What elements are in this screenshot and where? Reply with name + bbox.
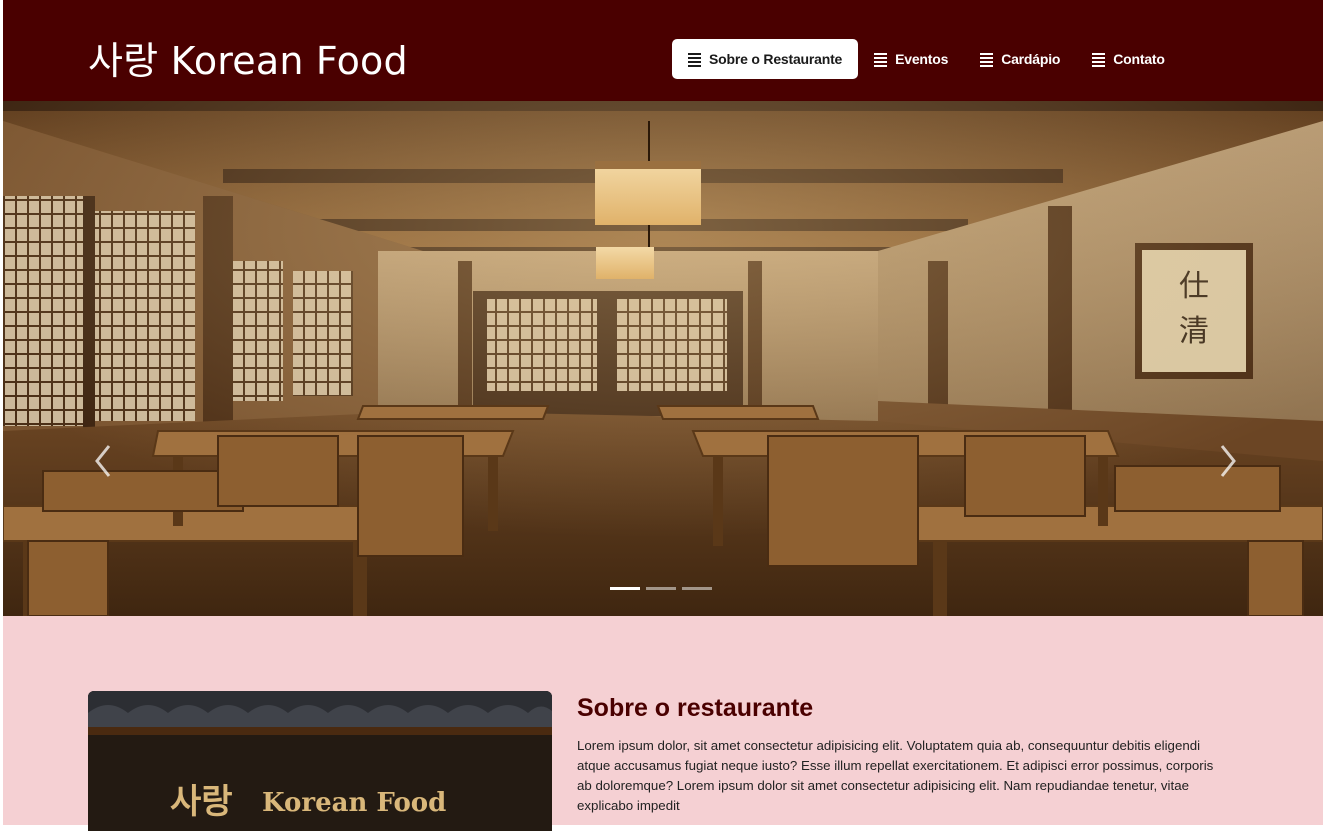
- navbar: 사랑 Korean Food Sobre o Restaurante Event…: [0, 0, 1326, 101]
- carousel-indicator-3[interactable]: [682, 587, 712, 590]
- chevron-left-icon: [95, 445, 111, 477]
- carousel-indicators: [610, 587, 712, 590]
- nav-item-label: Sobre o Restaurante: [709, 51, 843, 67]
- nav-item-label: Cardápio: [1001, 51, 1061, 67]
- nav-item-label: Contato: [1113, 51, 1165, 67]
- carousel-prev-button[interactable]: [85, 431, 125, 491]
- main-nav: Sobre o Restaurante Eventos Cardápio Con…: [672, 39, 1181, 79]
- nav-item-eventos[interactable]: Eventos: [858, 39, 964, 79]
- list-icon: [980, 51, 994, 67]
- carousel-indicator-1[interactable]: [610, 587, 640, 590]
- about-section: 사랑 Korean Food Sobre o restaurante Lorem…: [0, 616, 1326, 831]
- list-icon: [1092, 51, 1106, 67]
- list-icon: [688, 51, 701, 67]
- about-text: Lorem ipsum dolor, sit amet consectetur …: [577, 738, 1214, 813]
- restaurant-interior-image: 仕 清: [3, 101, 1323, 616]
- list-icon: [874, 51, 888, 67]
- carousel-next-button[interactable]: [1208, 431, 1248, 491]
- about-title: Sobre o restaurante: [577, 694, 814, 722]
- carousel-indicator-2[interactable]: [646, 587, 676, 590]
- brand-title[interactable]: 사랑 Korean Food: [88, 30, 408, 85]
- sign-latin: Korean Food: [262, 788, 446, 818]
- sign-korean: 사랑: [170, 782, 233, 822]
- nav-item-cardapio[interactable]: Cardápio: [964, 39, 1076, 79]
- hero-carousel: 仕 清: [3, 101, 1323, 616]
- chevron-right-icon: [1220, 445, 1236, 477]
- nav-item-label: Eventos: [895, 51, 949, 67]
- nav-item-sobre[interactable]: Sobre o Restaurante: [672, 39, 859, 79]
- restaurant-sign-image: 사랑 Korean Food: [88, 691, 552, 831]
- nav-item-contato[interactable]: Contato: [1076, 39, 1180, 79]
- page: 사랑 Korean Food Sobre o Restaurante Event…: [0, 0, 1326, 831]
